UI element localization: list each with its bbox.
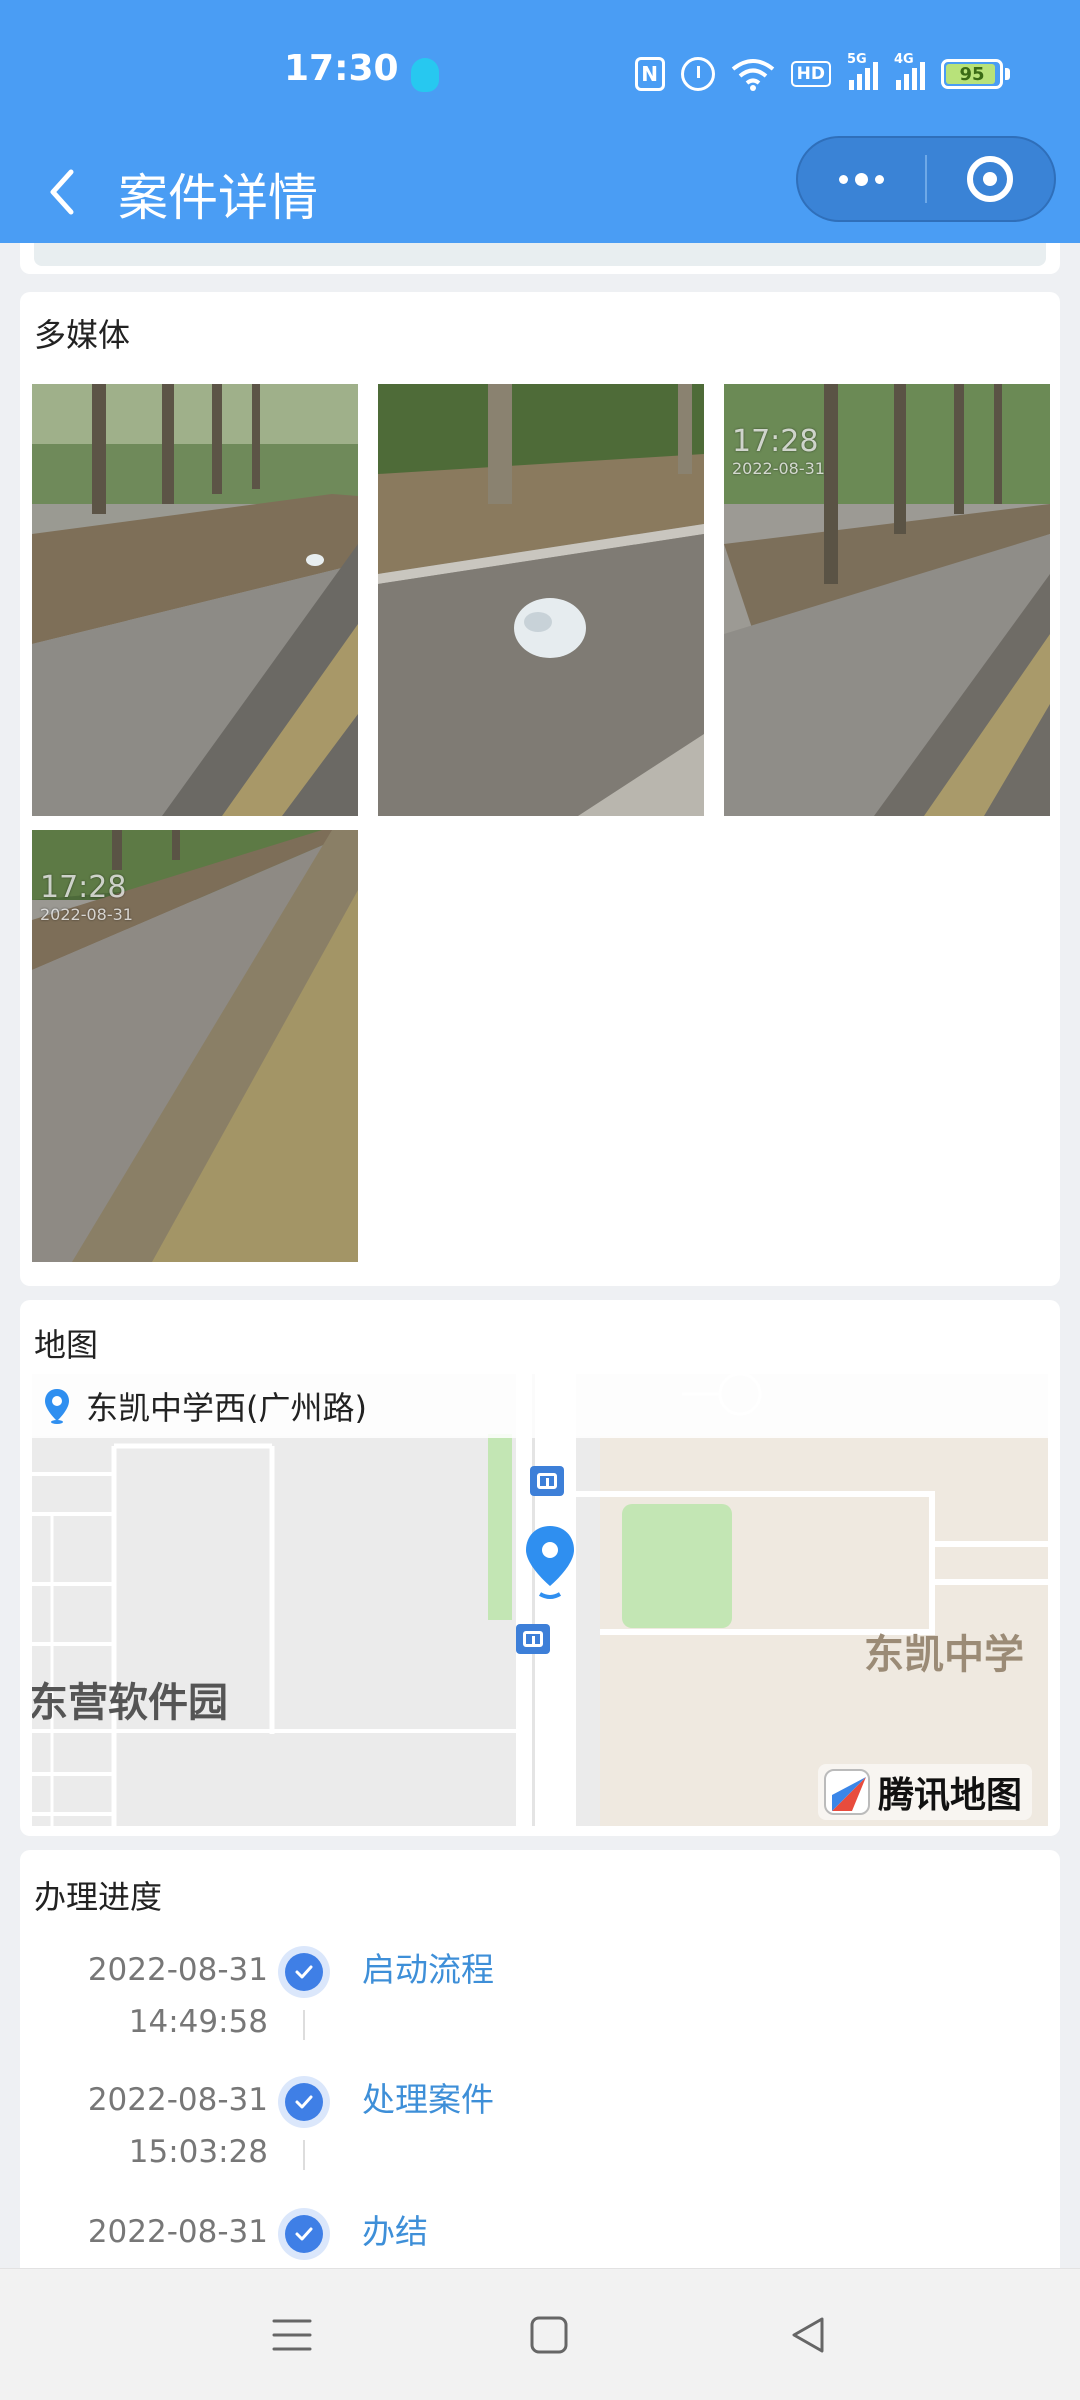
tencent-map-icon [823, 1769, 870, 1815]
map-title: 地图 [34, 1326, 99, 1364]
target-icon [967, 156, 1014, 202]
signal-5g-label: 5G [847, 52, 867, 67]
map-view[interactable]: 东凯中学西(广州路) 东凯中学 东营软件园 腾讯地图 [32, 1374, 1048, 1826]
timeline-node [278, 2208, 330, 2260]
timeline-datetime: 2022-08-31 [88, 2206, 268, 2258]
close-mini-program-button[interactable] [927, 138, 1054, 220]
photo-stamp-time: 17:28 [732, 424, 819, 459]
timeline-item: 2022-08-31 14:49:58 启动流程 [20, 1944, 1060, 2074]
timeline-item: 2022-08-31 15:03:28 处理案件 [20, 2074, 1060, 2204]
signal-4g-label: 4G [894, 52, 914, 67]
timeline-date: 2022-08-31 [87, 2082, 268, 2118]
battery-level: 95 [959, 63, 985, 85]
timeline-time: 14:49:58 [128, 2004, 268, 2040]
progress-card: 办理进度 2022-08-31 14:49:58 启动流程 2022-08-31… [20, 1850, 1060, 2270]
chevron-left-icon [50, 169, 74, 215]
mini-program-capsule [796, 136, 1056, 222]
bus-stop-icon [530, 1466, 564, 1496]
signal-4g-icon: 4G [894, 52, 925, 90]
map-provider-logo: 腾讯地图 [817, 1764, 1032, 1820]
timeline-date: 2022-08-31 [87, 2214, 268, 2250]
sidewalk-photo-image [378, 384, 704, 816]
location-pin-icon [45, 1389, 69, 1424]
photo-timestamp: 17:28 2022-08-31 [40, 870, 133, 924]
notification-app-icon [411, 58, 439, 92]
map-provider-name: 腾讯地图 [877, 1775, 1022, 1816]
progress-title: 办理进度 [34, 1878, 163, 1916]
recent-apps-button[interactable] [266, 2309, 318, 2361]
status-icons: N HD 5G 4G 95 [634, 52, 1010, 96]
timeline-step-label: 处理案件 [362, 2080, 494, 2119]
more-button[interactable] [798, 138, 925, 220]
timeline-node [278, 1946, 330, 1998]
media-photo[interactable] [378, 384, 704, 816]
check-icon [295, 2095, 313, 2109]
photo-stamp-date: 2022-08-31 [732, 459, 825, 478]
page-title: 案件详情 [118, 169, 318, 227]
photo-stamp-time: 17:28 [40, 870, 127, 905]
home-icon [530, 2316, 568, 2354]
sidewalk-photo-image [32, 384, 358, 816]
back-icon [792, 2317, 824, 2353]
timeline-datetime: 2022-08-31 14:49:58 [88, 1944, 268, 2048]
more-icon [839, 172, 884, 186]
map-card: 地图 东凯中学西(广州路) 东凯中学 东营软件园 腾讯地图 [20, 1300, 1060, 1836]
menu-icon [272, 2319, 312, 2351]
timeline-date: 2022-08-31 [87, 1952, 268, 1988]
status-time: 17:30 [284, 48, 399, 89]
map-address: 东凯中学西(广州路) [86, 1389, 367, 1427]
system-back-button[interactable] [782, 2309, 834, 2361]
check-icon [295, 2227, 313, 2241]
photo-stamp-date: 2022-08-31 [40, 905, 133, 924]
timeline-step-label: 办结 [362, 2212, 428, 2251]
back-button[interactable] [36, 162, 88, 222]
media-photo[interactable]: 17:28 2022-08-31 [32, 830, 358, 1262]
hd-icon: HD [790, 61, 831, 87]
timeline-step-label: 启动流程 [362, 1950, 494, 1989]
check-icon [295, 1965, 313, 1979]
timeline-connector [303, 2140, 305, 2170]
system-navigation-bar [0, 2268, 1080, 2400]
timeline-connector [303, 2010, 305, 2040]
timeline-datetime: 2022-08-31 15:03:28 [88, 2074, 268, 2178]
battery-icon: 95 [941, 59, 1003, 89]
media-card: 多媒体 17:28 2022-08-31 17:28 2022-08-31 [20, 292, 1060, 1286]
map-address-bar: 东凯中学西(广州路) [32, 1374, 1048, 1438]
app-header: 17:30 N HD 5G 4G 95 案件详情 [0, 0, 1080, 243]
media-photo[interactable] [32, 384, 358, 816]
status-bar: 17:30 N HD 5G 4G 95 [0, 0, 1080, 140]
wifi-icon [731, 57, 775, 91]
timeline-node [278, 2076, 330, 2128]
alarm-icon [680, 57, 715, 91]
photo-timestamp: 17:28 2022-08-31 [732, 424, 825, 478]
map-poi-school: 东凯中学 [864, 1632, 1024, 1678]
media-photo[interactable]: 17:28 2022-08-31 [724, 384, 1050, 816]
map-tiles [32, 1374, 1048, 1826]
map-poi-park: 东营软件园 [32, 1680, 228, 1726]
map-marker-icon [526, 1526, 574, 1599]
signal-5g-icon: 5G [847, 52, 878, 90]
timeline-time: 15:03:28 [128, 2134, 268, 2170]
bus-stop-icon [516, 1624, 550, 1654]
battery-cap [1005, 68, 1010, 80]
home-button[interactable] [523, 2309, 575, 2361]
nfc-icon: N [634, 57, 665, 91]
media-title: 多媒体 [34, 316, 131, 354]
